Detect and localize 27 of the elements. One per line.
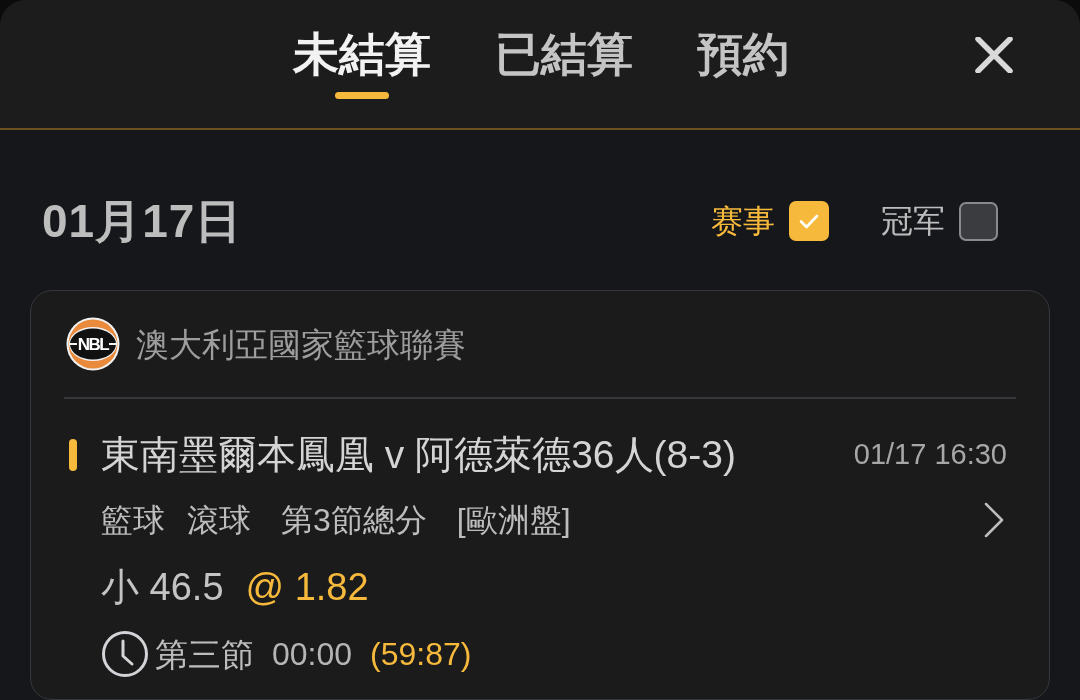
checkmark-icon: [799, 213, 819, 229]
logo-text: NBL: [77, 335, 109, 353]
game-score: (59:87): [370, 638, 472, 670]
tab[interactable]: 已結算: [495, 24, 633, 99]
filter-label: 赛事: [711, 205, 775, 237]
bet-detail: 滾球: [187, 504, 251, 536]
match-title: 東南墨爾本鳳凰 v 阿德萊德36人(8-3): [101, 435, 736, 474]
bet-detail: 第3節總分: [281, 504, 427, 536]
date-heading: 01月17日: [42, 198, 243, 244]
close-icon: [975, 37, 1013, 73]
bet-detail: 籃球: [101, 504, 165, 536]
game-clock: 00:00: [272, 638, 353, 670]
clock-icon: [101, 630, 149, 678]
game-period: 第三節: [155, 637, 254, 671]
bet-selection: 小 46.5: [101, 568, 224, 606]
bet-odds: @ 1.82: [245, 568, 369, 606]
logo-badge-icon: [66, 317, 120, 371]
filter-label: 冠军: [881, 205, 945, 237]
bet-detail: [歐洲盤]: [456, 504, 571, 536]
tab[interactable]: 未結算: [293, 24, 431, 99]
tab[interactable]: 預約: [697, 24, 789, 99]
chevron-right-icon: [984, 502, 1004, 538]
accent-bar-icon: [69, 438, 77, 471]
filter-checkbox[interactable]: [789, 201, 829, 241]
match-time: 01/17 16:30: [853, 440, 1007, 469]
league-name: 澳大利亞國家籃球聯賽: [136, 327, 466, 361]
filter-checkbox[interactable]: [959, 201, 998, 241]
